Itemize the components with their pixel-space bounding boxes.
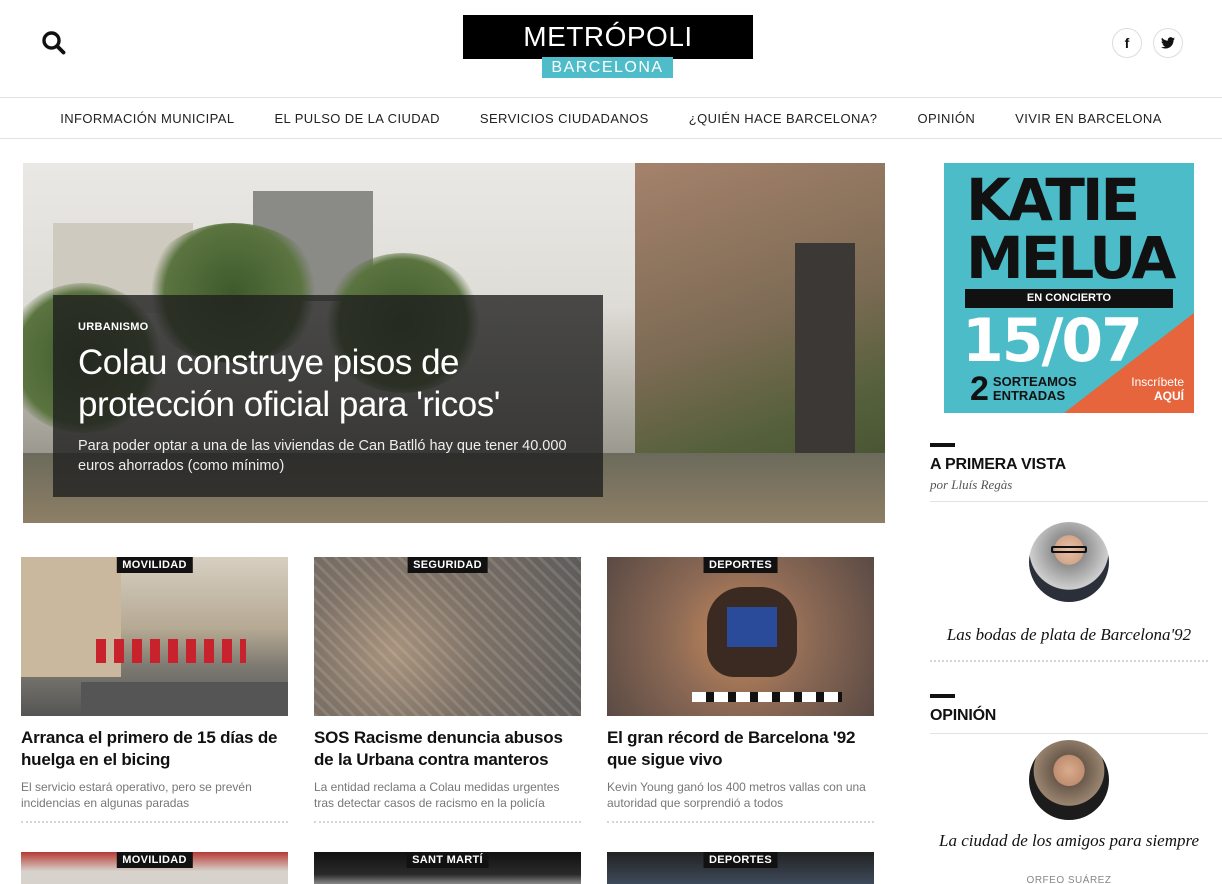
article-subtitle: El servicio estará operativo, pero se pr…: [21, 780, 252, 810]
ad-cta[interactable]: Inscríbete AQUÍ: [1131, 375, 1184, 403]
hero-title[interactable]: Colau construye pisos de protección ofic…: [78, 342, 578, 426]
divider: [930, 501, 1208, 502]
avatar[interactable]: [1029, 522, 1109, 602]
sidebar-section-opinion: OPINIÓN La ciudad de los amigos para sie…: [930, 694, 1208, 884]
divider: [314, 821, 581, 823]
nav-item-servicios-ciudadanos[interactable]: SERVICIOS CIUDADANOS: [460, 111, 669, 126]
article-card: MOVILIDAD Arranca el primero de 15 días …: [21, 557, 288, 823]
facebook-icon[interactable]: f: [1112, 28, 1142, 58]
divider: [930, 660, 1208, 662]
glasses-icon: [1051, 546, 1087, 553]
nav-item-vivir-en-barcelona[interactable]: VIVIR EN BARCELONA: [995, 111, 1182, 126]
category-tag[interactable]: MOVILIDAD: [116, 852, 193, 868]
ad-artist-line: KATIE: [966, 166, 1140, 234]
avatar[interactable]: [1029, 740, 1109, 820]
ad-giveaway-text: SORTEAMOS ENTRADAS: [993, 375, 1077, 403]
nav-item-quien-hace-barcelona[interactable]: ¿QUIÉN HACE BARCELONA?: [669, 111, 898, 126]
article-card: DEPORTES El gran récord de Barcelona '92…: [607, 557, 874, 823]
article-card: SANT MARTÍ: [314, 852, 581, 884]
article-image[interactable]: SEGURIDAD: [314, 557, 581, 716]
article-image-jersey: [727, 607, 777, 647]
article-title[interactable]: SOS Racisme denuncia abusos de la Urbana…: [314, 727, 581, 771]
article-image[interactable]: DEPORTES: [607, 557, 874, 716]
category-tag[interactable]: DEPORTES: [703, 852, 778, 868]
sidebar-section-a-primera-vista: A PRIMERA VISTA por Lluís Regàs Las boda…: [930, 443, 1208, 662]
concert-ad-banner[interactable]: KATIE MELUA EN CONCIERTO 15/07 2 SORTEAM…: [944, 163, 1194, 413]
hero-subtitle: Para poder optar a una de las viviendas …: [78, 438, 567, 474]
nav-item-informacion-municipal[interactable]: INFORMACIÓN MUNICIPAL: [40, 111, 254, 126]
ad-artist-line: MELUA: [966, 224, 1176, 292]
section-title[interactable]: A PRIMERA VISTA: [930, 456, 1208, 474]
article-image[interactable]: MOVILIDAD: [21, 852, 288, 884]
article-image-bikes: [96, 639, 246, 663]
ad-giveaway-line: ENTRADAS: [992, 388, 1066, 403]
hero-article[interactable]: URBANISMO Colau construye pisos de prote…: [23, 163, 885, 523]
site-logo[interactable]: METRÓPOLI ABIERTA BARCELONA: [463, 15, 753, 96]
category-tag[interactable]: DEPORTES: [703, 557, 778, 573]
divider: [21, 821, 288, 823]
hero-category[interactable]: URBANISMO: [78, 321, 578, 333]
category-tag[interactable]: SANT MARTÍ: [406, 852, 489, 868]
ad-giveaway-count: 2: [970, 370, 989, 408]
site-header: METRÓPOLI ABIERTA BARCELONA f: [0, 0, 1222, 98]
article-image-crowd: [314, 557, 581, 716]
search-icon[interactable]: [40, 29, 68, 57]
article-card: MOVILIDAD: [21, 852, 288, 884]
column-title[interactable]: La ciudad de los amigos para siempre: [930, 830, 1208, 852]
article-card: DEPORTES: [607, 852, 874, 884]
article-image[interactable]: MOVILIDAD: [21, 557, 288, 716]
ad-cta-line: Inscríbete: [1131, 375, 1184, 389]
logo-main-text: METRÓPOLI ABIERTA: [463, 15, 753, 96]
article-card: SEGURIDAD SOS Racisme denuncia abusos de…: [314, 557, 581, 823]
article-image[interactable]: SANT MARTÍ: [314, 852, 581, 884]
ad-date: 15/07: [962, 306, 1143, 376]
ad-artist-name: KATIE MELUA: [966, 166, 1176, 292]
article-title[interactable]: El gran récord de Barcelona '92 que sigu…: [607, 727, 874, 771]
nav-item-opinion[interactable]: OPINIÓN: [897, 111, 995, 126]
logo-sub-text: BARCELONA: [542, 57, 673, 78]
article-image-road: [81, 682, 288, 716]
article-subtitle: Kevin Young ganó los 400 metros vallas c…: [607, 780, 866, 810]
article-image-hurdle: [692, 692, 842, 702]
section-author: por Lluís Regàs: [930, 477, 1013, 492]
nav-item-el-pulso-de-la-ciudad[interactable]: EL PULSO DE LA CIUDAD: [254, 111, 459, 126]
ad-cta-link[interactable]: AQUÍ: [1131, 389, 1184, 403]
section-title[interactable]: OPINIÓN: [930, 707, 1208, 725]
column-author: ORFEO SUÁREZ: [1026, 875, 1112, 884]
article-image[interactable]: DEPORTES: [607, 852, 874, 884]
divider: [930, 733, 1208, 734]
column-title[interactable]: Las bodas de plata de Barcelona'92: [930, 624, 1208, 646]
main-nav: INFORMACIÓN MUNICIPAL EL PULSO DE LA CIU…: [0, 98, 1222, 139]
hero-caption-box: URBANISMO Colau construye pisos de prote…: [53, 295, 603, 497]
ad-giveaway-line: SORTEAMOS: [992, 374, 1077, 389]
section-marker: [930, 694, 955, 698]
article-title[interactable]: Arranca el primero de 15 días de huelga …: [21, 727, 288, 771]
hero-image-door: [795, 243, 855, 483]
twitter-icon[interactable]: [1153, 28, 1183, 58]
category-tag[interactable]: SEGURIDAD: [407, 557, 488, 573]
divider: [607, 821, 874, 823]
article-subtitle: La entidad reclama a Colau medidas urgen…: [314, 780, 560, 810]
ad-giveaway: 2 SORTEAMOS ENTRADAS: [970, 370, 1077, 408]
category-tag[interactable]: MOVILIDAD: [116, 557, 193, 573]
section-marker: [930, 443, 955, 447]
